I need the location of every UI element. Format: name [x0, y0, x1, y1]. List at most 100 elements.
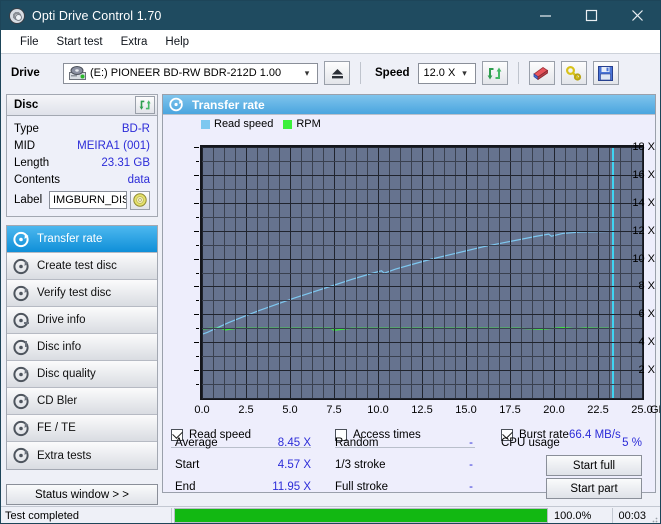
chart-gridline-h [202, 188, 642, 190]
title-bar: Opti Drive Control 1.70 [1, 1, 660, 30]
drive-select[interactable]: (E:) PIONEER BD-RW BDR-212D 1.00 ▾ [63, 62, 318, 84]
chart-y-tick-label: 14 X [632, 196, 655, 209]
sidebar-item-label: Transfer rate [37, 233, 103, 245]
chart-y-tick [194, 174, 199, 176]
toolbar-separator [517, 62, 519, 84]
sidebar-item-fe-te[interactable]: FE / TE [7, 415, 157, 442]
sidebar-item-disc-quality[interactable]: Disc quality [7, 361, 157, 388]
key-button[interactable] [560, 61, 587, 85]
sidebar-item-create-test-disc[interactable]: Create test disc [7, 253, 157, 280]
stat-key-start: Start [175, 459, 200, 471]
status-window-button[interactable]: Status window > > [6, 484, 158, 505]
disc-key: MID [14, 139, 36, 152]
disc-label-button[interactable] [130, 190, 150, 210]
chart-x-tick-label: 17.5 [499, 404, 521, 416]
stat-key-random: Random [335, 437, 379, 449]
chart-y-tick-minor [196, 188, 199, 190]
chart-gridline-h [202, 272, 642, 274]
resize-grip-icon [652, 517, 658, 523]
toolbar-separator [360, 62, 361, 84]
chart-gridline-h [202, 216, 642, 218]
disc-value: MEIRA1 (001) [77, 139, 150, 152]
maximize-button[interactable] [568, 1, 614, 30]
erase-button[interactable] [528, 61, 555, 85]
save-button[interactable] [592, 61, 619, 85]
chart-gridline-v [642, 147, 643, 398]
disc-test-icon [13, 231, 30, 248]
disc-test-icon [13, 393, 30, 410]
disc-key: Type [14, 122, 39, 135]
chart-y-tick-minor [196, 244, 199, 246]
disc-refresh-button[interactable] [135, 96, 155, 114]
disc-row-type: Type BD-R [14, 120, 150, 137]
window-title: Opti Drive Control 1.70 [32, 8, 162, 23]
speed-select[interactable]: 12.0 X ▾ [417, 62, 476, 84]
save-icon [598, 65, 614, 81]
sidebar-item-label: Create test disc [37, 260, 117, 272]
chart-gridline-h [202, 370, 642, 372]
legend-label-read-speed: Read speed [214, 118, 274, 130]
menu-item-extra[interactable]: Extra [112, 33, 157, 51]
stat-value-cpu-usage: 5 % [622, 437, 642, 449]
sidebar-item-drive-info[interactable]: Drive info [7, 307, 157, 334]
stat-key-average: Average [175, 437, 218, 449]
status-bar: Test completed 100.0% 00:03 [1, 506, 660, 523]
sidebar-item-cd-bler[interactable]: CD Bler [7, 388, 157, 415]
app-disc-icon [9, 7, 25, 24]
stat-value-end: 11.95 X [272, 481, 311, 493]
disc-test-icon [169, 97, 184, 112]
disc-test-icon [13, 258, 30, 275]
disc-label-input[interactable]: IMGBURN_DIS [49, 191, 127, 209]
close-button[interactable] [614, 1, 660, 30]
sidebar-item-verify-test-disc[interactable]: Verify test disc [7, 280, 157, 307]
minimize-button[interactable] [522, 1, 568, 30]
sidebar-item-transfer-rate[interactable]: Transfer rate [7, 226, 157, 253]
chart-gridline-h [202, 300, 642, 302]
chart-gridline-h [202, 202, 642, 204]
stat-key-cpu-usage: CPU usage [501, 437, 560, 449]
chart-gridline-h [202, 384, 642, 386]
progress-bar [174, 508, 548, 523]
disc-test-icon [13, 420, 30, 437]
chart-x-tick-label: 22.5 [587, 404, 609, 416]
chart-y-tick-label: 12 X [632, 224, 655, 237]
chart-x-tick-label: 25.0 [631, 404, 653, 416]
eject-button[interactable] [324, 61, 350, 85]
stat-key-full-stroke: Full stroke [335, 481, 389, 493]
chart-x-tick-label: 0.0 [194, 404, 210, 416]
menu-item-help[interactable]: Help [156, 33, 198, 51]
chart-gridline-h [202, 230, 642, 232]
toolbar: Drive (E:) PIONEER BD-RW BDR-212D 1.00 ▾ [1, 54, 660, 92]
menu-bar: File Start test Extra Help [1, 30, 660, 54]
start-part-button[interactable]: Start part [546, 478, 642, 499]
disc-row-length: Length 23.31 GB [14, 154, 150, 171]
stat-value-average: 8.45 X [277, 437, 311, 449]
chart-x-tick-label: 20.0 [543, 404, 565, 416]
sidebar-item-extra-tests[interactable]: Extra tests [7, 442, 157, 469]
disc-row-label: Label IMGBURN_DIS [14, 189, 150, 211]
menu-item-file[interactable]: File [11, 33, 48, 51]
chart-line-read-speed [202, 230, 613, 335]
sidebar-item-label: Disc info [37, 341, 82, 353]
start-full-button[interactable]: Start full [546, 455, 642, 476]
progress-percent: 100.0% [554, 509, 592, 522]
legend-label-rpm: RPM [296, 118, 321, 130]
disc-icon [133, 193, 147, 207]
legend-swatch-read-speed [201, 119, 210, 129]
chart-gridline-h [202, 160, 642, 162]
chart-y-tick-minor [196, 160, 199, 162]
navigation-list: Transfer rate Create test disc Verify te… [6, 225, 158, 470]
drive-icon [69, 66, 86, 80]
progress-bar-fill [175, 509, 547, 522]
chevron-down-icon: ▾ [304, 67, 310, 78]
disc-row-contents: Contents data [14, 171, 150, 188]
disc-label-key: Label [14, 194, 43, 206]
refresh-button[interactable] [481, 61, 508, 85]
chart-y-tick [194, 370, 199, 372]
divider [171, 507, 172, 523]
chart-gridline-h [202, 174, 642, 176]
chart-gridline-h [202, 244, 642, 246]
menu-item-start-test[interactable]: Start test [48, 33, 112, 51]
sidebar-item-disc-info[interactable]: Disc info [7, 334, 157, 361]
disc-row-mid: MID MEIRA1 (001) [14, 137, 150, 154]
